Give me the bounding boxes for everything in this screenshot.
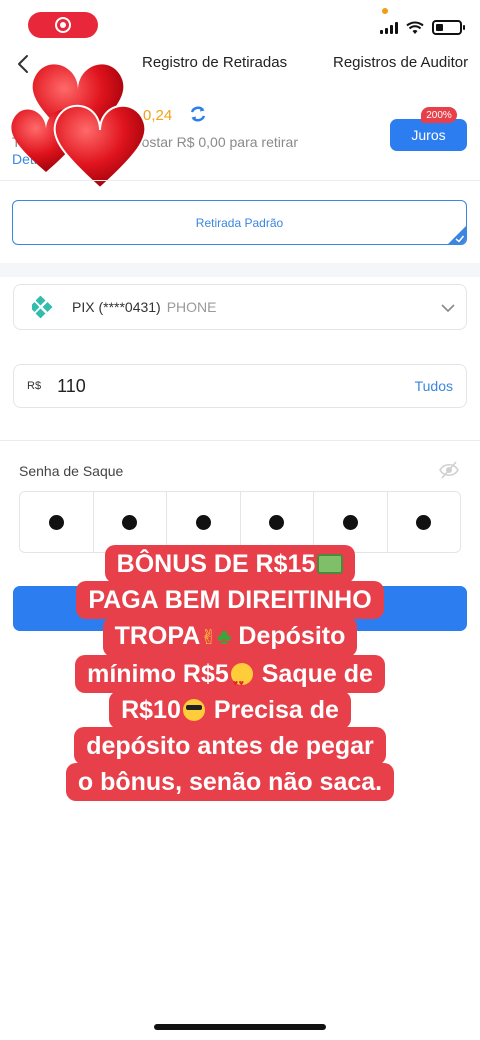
money-emoji-icon [317,554,344,574]
record-icon [55,17,71,33]
overlay-line-3: TROPA✌♣ Depósito [102,617,358,657]
withdraw-type-label: Retirada Padrão [195,215,284,230]
password-dot [342,514,358,530]
overlay-text: depósito antes de pegar [86,732,374,760]
clover-emoji-icon: ♣ [217,624,232,649]
password-dot [48,514,64,530]
sunglasses-emoji-icon [182,699,205,721]
pix-account-label: PIX (****0431) [72,299,161,315]
divider [0,440,480,441]
password-digit [94,492,167,552]
password-digit [314,492,388,552]
withdraw-type-standard[interactable]: Retirada Padrão [12,200,467,245]
password-dot [195,514,211,530]
withdraw-all-button[interactable]: Tudos [415,378,453,394]
overlay-text: o bônus, senão não saca. [77,768,383,796]
eye-off-icon[interactable] [438,460,460,480]
withdraw-password-input[interactable] [19,491,461,553]
signal-icon [380,21,398,34]
overlay-text: TROPA [114,622,201,650]
divider [0,180,480,181]
currency-label: R$ [27,380,42,392]
pix-account-type: PHONE [166,299,217,315]
section-gap [0,263,480,277]
wifi-icon [406,21,424,34]
tab-audit-records[interactable]: Registros de Auditoria [333,54,468,71]
overlay-line-4: mínimo R$5 Saque de [75,655,385,702]
overlay-text: Saque de [261,660,373,688]
juros-badge: 200% [421,107,457,123]
amount-input[interactable]: 110 [57,376,357,397]
pix-icon [32,296,53,318]
password-digit [241,492,314,552]
overlay-text: Depósito [238,622,346,650]
overlay-line-5: R$10 Precisa de [109,691,351,729]
hearts-sticker [11,64,147,190]
privacy-indicator [382,8,388,14]
crossed-fingers-emoji-icon: ✌ [200,627,218,649]
overlay-text: R$10 [121,696,181,724]
overlay-text: BÔNUS DE R$15 [116,550,316,578]
amount-field[interactable]: R$ 110 Tudos [13,364,467,408]
screen-record-indicator[interactable] [28,12,98,38]
overlay-line-7: o bônus, senão não saca. [65,763,395,801]
promo-text-overlay: BÔNUS DE R$15 PAGA BEM DIREITINHO TROPA✌… [57,545,403,801]
status-icons [380,20,465,35]
overlay-text: PAGA BEM DIREITINHO [88,586,372,614]
withdraw-password-label: Senha de Saque [19,463,124,479]
heart-eyes-emoji-icon [230,663,253,702]
tab-withdraw-records[interactable]: Registro de Retiradas [142,54,287,71]
password-digit [167,492,241,552]
battery-icon [432,20,465,35]
password-digit [388,492,461,552]
juros-button[interactable]: Juros [390,119,467,151]
check-icon [448,226,466,244]
password-dot [269,514,285,530]
password-digit [20,492,94,552]
status-bar [0,0,480,48]
balance-note-text: ostar R$ 0,00 para retirar [141,134,298,150]
overlay-text: mínimo R$5 [87,660,229,688]
password-dot [416,514,432,530]
pix-account-select[interactable]: PIX (****0431) PHONE [13,284,467,330]
overlay-line-2: PAGA BEM DIREITINHO [76,581,384,619]
chevron-down-icon [441,304,455,313]
home-indicator[interactable] [154,1024,326,1030]
overlay-line-6: depósito antes de pegar [74,727,386,765]
password-dot [122,514,138,530]
overlay-line-1: BÔNUS DE R$15 [104,545,356,583]
refresh-icon[interactable] [188,104,208,124]
